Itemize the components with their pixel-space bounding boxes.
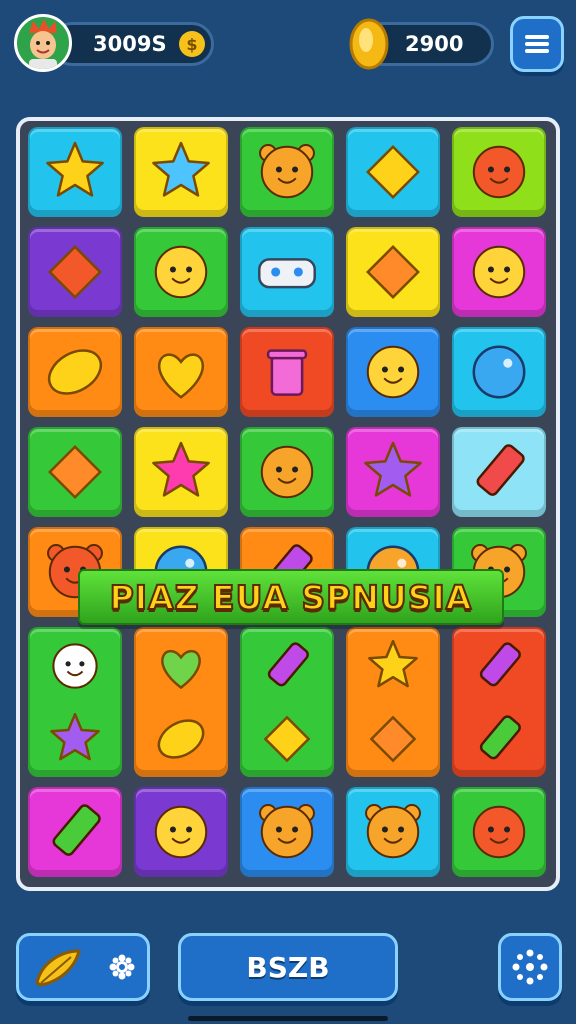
orange-bear-face-icon bbox=[358, 797, 428, 867]
dots-cluster-icon bbox=[512, 949, 548, 985]
yellow-heart-icon bbox=[146, 337, 216, 407]
center-action-button[interactable]: BSZB bbox=[178, 933, 398, 1001]
board-tile[interactable] bbox=[28, 127, 122, 217]
board-tile[interactable] bbox=[240, 327, 334, 417]
yellow-star-icon bbox=[40, 137, 110, 207]
avatar-face-icon bbox=[29, 19, 57, 69]
board-tile[interactable] bbox=[240, 787, 334, 877]
board-tile[interactable] bbox=[346, 787, 440, 877]
orange-bear-face-icon bbox=[252, 137, 322, 207]
yellow-star-icon bbox=[363, 636, 423, 696]
purple-star-icon bbox=[358, 437, 428, 507]
red-shell-icon bbox=[40, 237, 110, 307]
red-balloon-face-icon bbox=[464, 797, 534, 867]
board-tile[interactable] bbox=[452, 327, 546, 417]
blue-bubble-icon bbox=[464, 337, 534, 407]
top-bar: 3009S $ 2900 bbox=[0, 0, 576, 100]
yellow-leaf-icon bbox=[151, 709, 211, 769]
board-tile[interactable] bbox=[28, 427, 122, 517]
board-tile[interactable] bbox=[346, 327, 440, 417]
purple-eraser-icon bbox=[469, 636, 529, 696]
yellow-sun-face-icon bbox=[146, 237, 216, 307]
board-tile[interactable] bbox=[452, 787, 546, 877]
orange-lollipop-icon bbox=[40, 437, 110, 507]
gold-coin-icon bbox=[348, 18, 390, 70]
yellow-diamond-creature-icon bbox=[358, 137, 428, 207]
board-tile[interactable] bbox=[134, 127, 228, 217]
board-tile[interactable] bbox=[28, 227, 122, 317]
board-tile[interactable] bbox=[134, 427, 228, 517]
orange-cookie-face-icon bbox=[252, 437, 322, 507]
hamburger-icon bbox=[525, 35, 549, 53]
options-button[interactable] bbox=[498, 933, 562, 1001]
board-tile[interactable] bbox=[28, 327, 122, 417]
board-tile[interactable] bbox=[452, 227, 546, 317]
coin-badge-icon: $ bbox=[179, 31, 205, 57]
red-crayon-icon bbox=[464, 437, 534, 507]
yellow-lemon-icon bbox=[40, 337, 110, 407]
white-robot-car-icon bbox=[252, 237, 322, 307]
green-crayon-icon bbox=[469, 709, 529, 769]
board-tile[interactable] bbox=[452, 627, 546, 777]
yellow-hat-face-icon bbox=[146, 797, 216, 867]
board-tile[interactable] bbox=[134, 327, 228, 417]
center-action-label: BSZB bbox=[246, 950, 330, 984]
home-indicator bbox=[188, 1016, 388, 1021]
board-tile[interactable] bbox=[346, 227, 440, 317]
menu-button[interactable] bbox=[510, 16, 564, 72]
board-tile[interactable] bbox=[134, 227, 228, 317]
blue-lollipop-icon bbox=[257, 709, 317, 769]
blue-star-icon bbox=[146, 137, 216, 207]
purple-star-icon bbox=[45, 709, 105, 769]
board-tile[interactable] bbox=[346, 427, 440, 517]
board-tile[interactable] bbox=[134, 627, 228, 777]
orange-flower-icon bbox=[358, 237, 428, 307]
score-counter: 3009S $ bbox=[50, 22, 214, 66]
feather-icon bbox=[35, 949, 81, 987]
green-pencil-icon bbox=[40, 797, 110, 867]
game-board: PIAZ EUA SPNUSIA bbox=[16, 117, 560, 891]
board-tile[interactable] bbox=[346, 127, 440, 217]
score-value: 3009S bbox=[93, 32, 167, 56]
yellow-sun-face-icon bbox=[358, 337, 428, 407]
board-tile[interactable] bbox=[28, 787, 122, 877]
player-avatar[interactable] bbox=[14, 14, 72, 72]
board-tile[interactable] bbox=[134, 787, 228, 877]
level-banner: PIAZ EUA SPNUSIA bbox=[78, 569, 504, 625]
purple-candy-icon bbox=[257, 636, 317, 696]
white-ghost-icon bbox=[45, 636, 105, 696]
coin-value: 2900 bbox=[405, 32, 464, 56]
board-tile[interactable] bbox=[240, 627, 334, 777]
board-tile[interactable] bbox=[240, 227, 334, 317]
orange-fish-icon bbox=[363, 709, 423, 769]
board-tile[interactable] bbox=[452, 427, 546, 517]
board-tile[interactable] bbox=[346, 627, 440, 777]
board-tile[interactable] bbox=[28, 627, 122, 777]
gear-icon bbox=[109, 954, 135, 980]
yellow-lemon-face-icon bbox=[464, 237, 534, 307]
pink-trash-can-icon bbox=[252, 337, 322, 407]
pink-star-icon bbox=[146, 437, 216, 507]
booster-button[interactable] bbox=[16, 933, 150, 1001]
board-tile[interactable] bbox=[452, 127, 546, 217]
board-tile[interactable] bbox=[240, 427, 334, 517]
red-octopus-icon bbox=[464, 137, 534, 207]
orange-bear-face-icon bbox=[252, 797, 322, 867]
board-tile[interactable] bbox=[240, 127, 334, 217]
green-heart-icon bbox=[151, 636, 211, 696]
